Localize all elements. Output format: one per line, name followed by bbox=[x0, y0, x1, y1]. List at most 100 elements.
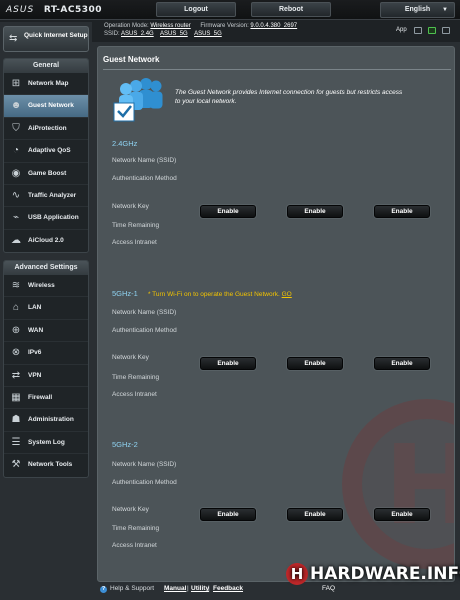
sidebar-item-label: Game Boost bbox=[28, 169, 67, 177]
band-label: 2.4GHz bbox=[112, 139, 138, 148]
operation-mode-link[interactable]: Wireless router bbox=[150, 23, 190, 29]
sidebar-item-aiprotection[interactable]: ⛉ AiProtection bbox=[4, 118, 88, 141]
ssid-label: Network Name (SSID) bbox=[112, 309, 177, 316]
hardware-info-watermark: H HARDWARE.INFO bbox=[286, 563, 460, 593]
enable-guest-2g-3-button[interactable]: Enable bbox=[374, 205, 430, 218]
go-link[interactable]: GO bbox=[282, 291, 292, 298]
ipv6-icon: ⊗ bbox=[11, 347, 21, 359]
sidebar-item-wan[interactable]: ⊕ WAN bbox=[4, 320, 88, 343]
band-title-5g1: 5GHz-1 * Turn Wi-Fi on to operate the Gu… bbox=[112, 289, 292, 298]
lan-icon: ⌂ bbox=[12, 302, 20, 314]
guest-network-icon: ☻ bbox=[10, 100, 22, 112]
time-remaining-label: Time Remaining bbox=[112, 222, 160, 229]
quick-setup-icon: ⇆ bbox=[9, 33, 18, 44]
enable-guest-5g1-3-button[interactable]: Enable bbox=[374, 357, 430, 370]
help-icon: ? bbox=[100, 586, 107, 593]
auth-method-label: Authentication Method bbox=[112, 327, 177, 334]
ssid-5g2-link[interactable]: ASUS_5G bbox=[194, 31, 222, 37]
sidebar-item-traffic-analyzer[interactable]: ∿ Traffic Analyzer bbox=[4, 185, 88, 208]
top-bar: ASUS RT-AC5300 Logout Reboot English ▼ bbox=[0, 0, 460, 20]
advanced-settings-menu: Advanced Settings ≋ Wireless ⌂ LAN ⊕ WAN… bbox=[3, 260, 89, 478]
sidebar-item-lan[interactable]: ⌂ LAN bbox=[4, 297, 88, 320]
sidebar-item-adaptive-qos[interactable]: ◔ Adaptive QoS bbox=[4, 140, 88, 163]
enable-guest-2g-2-button[interactable]: Enable bbox=[287, 205, 343, 218]
sidebar-item-wireless[interactable]: ≋ Wireless bbox=[4, 275, 88, 298]
firmware-link[interactable]: 9.0.0.4.380_2697 bbox=[250, 23, 297, 29]
enable-guest-5g1-2-button[interactable]: Enable bbox=[287, 357, 343, 370]
sidebar-item-usb-application[interactable]: ⌁ USB Application bbox=[4, 207, 88, 230]
enable-guest-5g2-2-button[interactable]: Enable bbox=[287, 508, 343, 521]
sidebar-item-label: VPN bbox=[28, 371, 42, 379]
sidebar-item-label: Adaptive QoS bbox=[28, 147, 71, 155]
sidebar-item-label: AiCloud 2.0 bbox=[28, 236, 64, 244]
wifi-off-warning: * Turn Wi-Fi on to operate the Guest Net… bbox=[148, 291, 292, 298]
sidebar-item-label: WAN bbox=[28, 326, 44, 334]
guest-network-panel: H Guest Network The Guest Network provid… bbox=[97, 46, 455, 582]
sidebar-item-network-tools[interactable]: ⚒ Network Tools bbox=[4, 454, 88, 476]
sidebar-item-aicloud[interactable]: ☁ AiCloud 2.0 bbox=[4, 230, 88, 252]
utility-link[interactable]: Utility bbox=[191, 585, 209, 592]
warning-text: * Turn Wi-Fi on to operate the Guest Net… bbox=[147, 291, 280, 298]
firewall-icon: ▦ bbox=[11, 391, 21, 403]
operation-mode-line: Operation Mode: Wireless router Firmware… bbox=[104, 23, 305, 29]
sidebar-item-game-boost[interactable]: ◉ Game Boost bbox=[4, 163, 88, 185]
network-key-label: Network Key bbox=[112, 506, 149, 513]
logout-button[interactable]: Logout bbox=[156, 2, 236, 17]
general-menu: General ⊞ Network Map ☻ Guest Network ⛉ … bbox=[3, 58, 89, 254]
wireless-icon: ≋ bbox=[11, 280, 21, 291]
router-model: RT-AC5300 bbox=[43, 5, 103, 15]
network-tools-icon: ⚒ bbox=[11, 459, 21, 471]
network-map-icon: ⊞ bbox=[11, 78, 21, 89]
sidebar-item-label: Wireless bbox=[28, 282, 55, 289]
band-title-2g: 2.4GHz bbox=[112, 139, 137, 148]
language-select[interactable]: English ▼ bbox=[380, 2, 455, 18]
sidebar-item-ipv6[interactable]: ⊗ IPv6 bbox=[4, 342, 88, 365]
gamepad-icon: ◉ bbox=[11, 167, 21, 179]
time-remaining-label: Time Remaining bbox=[112, 374, 160, 381]
quick-setup-label: Quick Internet Setup bbox=[24, 32, 88, 39]
quick-internet-setup-button[interactable]: ⇆ Quick Internet Setup bbox=[3, 26, 89, 52]
app-link[interactable]: App bbox=[396, 27, 407, 33]
usb-status-icon[interactable] bbox=[442, 27, 450, 34]
auth-method-label: Authentication Method bbox=[112, 175, 177, 182]
sidebar-item-vpn[interactable]: ⇄ VPN bbox=[4, 365, 88, 387]
usb-icon: ⌁ bbox=[12, 212, 20, 224]
ssid-label: SSID: bbox=[104, 31, 120, 37]
sidebar-item-administration[interactable]: ☗ Administration bbox=[4, 409, 88, 432]
network-key-label: Network Key bbox=[112, 354, 149, 361]
title-divider bbox=[103, 69, 451, 70]
sidebar-item-system-log[interactable]: ☰ System Log bbox=[4, 432, 88, 455]
sidebar-item-label: AiProtection bbox=[28, 124, 67, 132]
sidebar-item-firewall[interactable]: ▦ Firewall bbox=[4, 387, 88, 410]
sidebar-item-label: USB Application bbox=[28, 214, 79, 222]
guest-status-icon[interactable] bbox=[414, 27, 422, 34]
guest-users-icon bbox=[113, 78, 163, 122]
feedback-link[interactable]: Feedback bbox=[213, 585, 243, 592]
firmware-label: Firmware Version: bbox=[200, 23, 249, 29]
internet-status-icon[interactable] bbox=[428, 27, 436, 34]
enable-guest-5g1-1-button[interactable]: Enable bbox=[200, 357, 256, 370]
help-support-link[interactable]: ? Help & Support bbox=[100, 585, 154, 593]
access-intranet-label: Access Intranet bbox=[112, 239, 157, 246]
administration-icon: ☗ bbox=[11, 414, 21, 426]
enable-guest-2g-1-button[interactable]: Enable bbox=[200, 205, 256, 218]
sidebar-item-guest-network[interactable]: ☻ Guest Network bbox=[4, 95, 88, 118]
sidebar-item-label: Guest Network bbox=[28, 102, 74, 110]
system-log-icon: ☰ bbox=[11, 436, 21, 448]
language-value: English bbox=[404, 6, 431, 13]
sidebar: ⇆ Quick Internet Setup General ⊞ Network… bbox=[0, 22, 92, 586]
wan-globe-icon: ⊕ bbox=[11, 324, 21, 336]
access-intranet-label: Access Intranet bbox=[112, 391, 157, 398]
enable-guest-5g2-3-button[interactable]: Enable bbox=[374, 508, 430, 521]
sidebar-item-label: Traffic Analyzer bbox=[28, 191, 77, 199]
sidebar-item-label: System Log bbox=[28, 438, 65, 446]
sidebar-item-label: Administration bbox=[28, 416, 74, 424]
footer-separator: | bbox=[208, 585, 210, 592]
manual-link[interactable]: Manual bbox=[164, 585, 186, 592]
reboot-button[interactable]: Reboot bbox=[251, 2, 331, 17]
ssid-5g1-link[interactable]: ASUS_5G bbox=[160, 31, 188, 37]
ssid-2g-link[interactable]: ASUS_2.4G bbox=[121, 31, 154, 37]
enable-guest-5g2-1-button[interactable]: Enable bbox=[200, 508, 256, 521]
sidebar-item-network-map[interactable]: ⊞ Network Map bbox=[4, 73, 88, 96]
band-label: 5GHz-1 bbox=[112, 289, 138, 298]
